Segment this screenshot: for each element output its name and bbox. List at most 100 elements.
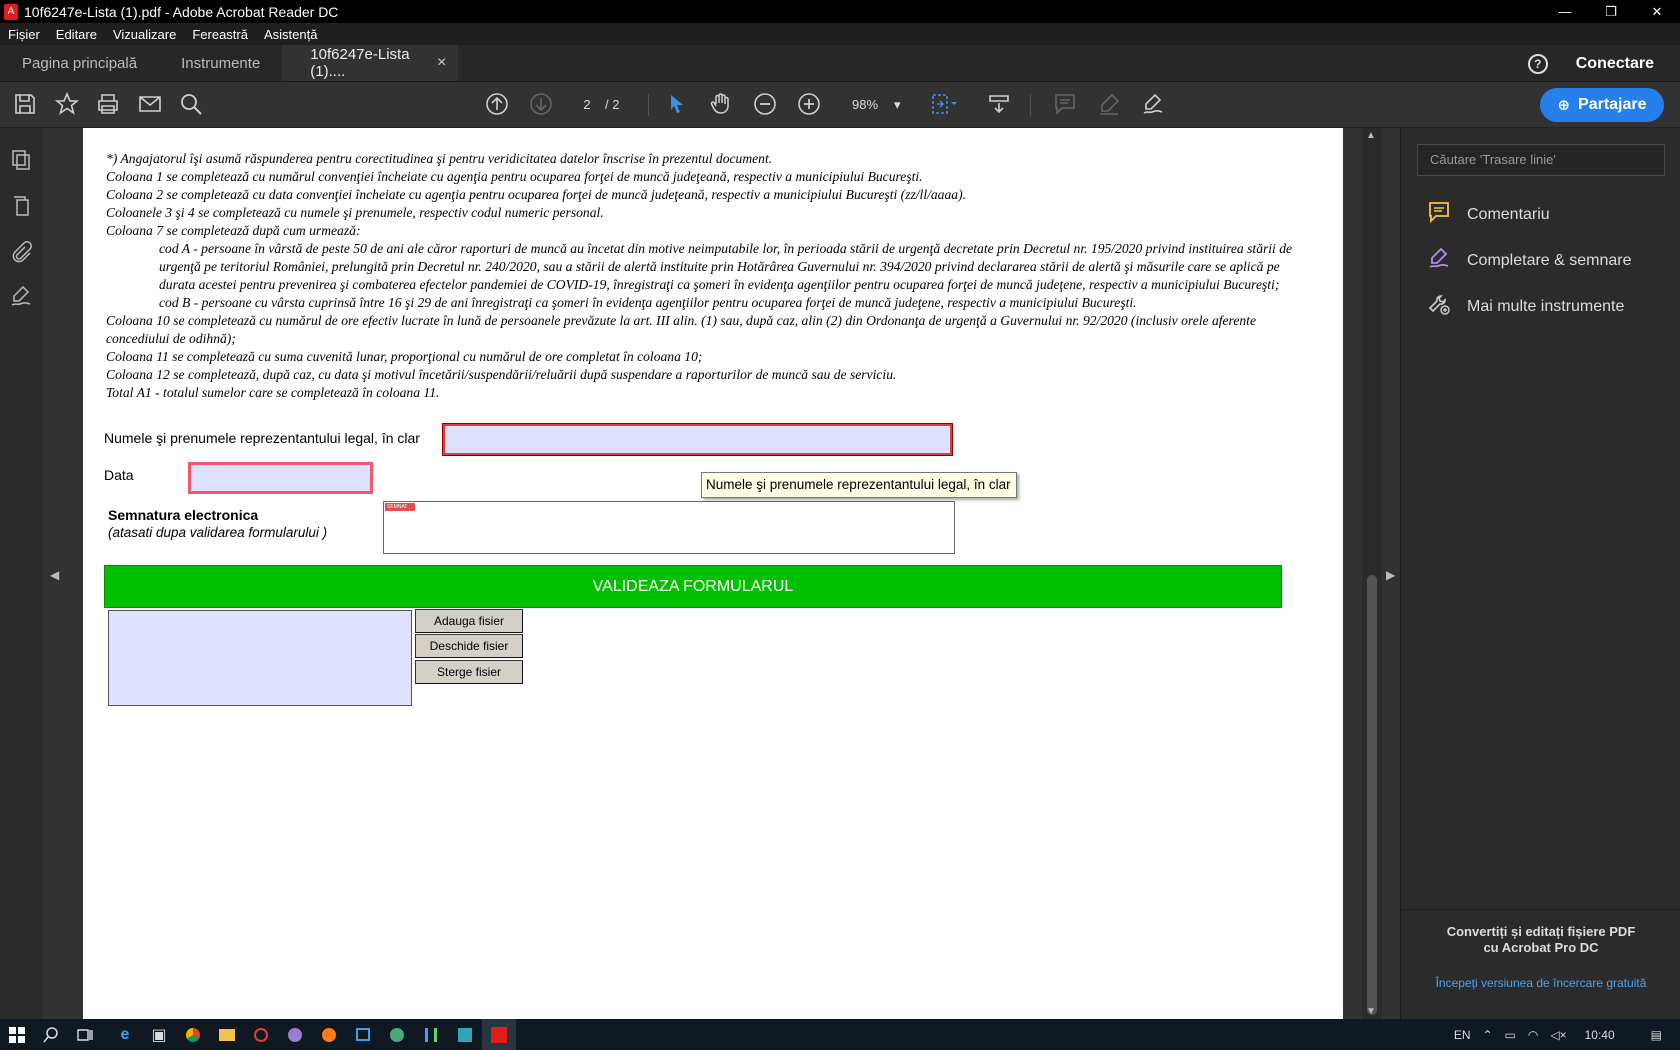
- app-red-icon[interactable]: [244, 1019, 278, 1050]
- tab-home[interactable]: Pagina principală: [0, 45, 159, 81]
- toolbar-divider: [648, 94, 649, 116]
- tab-document[interactable]: 10f6247e-Lista (1).... ×: [282, 45, 459, 81]
- tool-fill-sign-label: Completare & semnare: [1467, 252, 1632, 269]
- zoom-in-icon[interactable]: [796, 92, 822, 118]
- scrollbar-thumb[interactable]: [1367, 575, 1377, 1015]
- delete-file-button[interactable]: Sterge fisier: [415, 660, 523, 684]
- fit-page-icon[interactable]: [930, 92, 957, 118]
- tools-search-input[interactable]: Căutare 'Trasare linie': [1417, 144, 1665, 176]
- clock[interactable]: 10:40: [1573, 1028, 1633, 1042]
- vertical-scrollbar[interactable]: ▲ ▼: [1362, 128, 1382, 1019]
- share-label: Partajare: [1578, 96, 1647, 113]
- firefox-icon[interactable]: [312, 1019, 346, 1050]
- acrobat-icon: A: [4, 3, 18, 20]
- email-icon[interactable]: [137, 92, 163, 118]
- battery-icon[interactable]: ▭: [1499, 1028, 1522, 1042]
- select-tool-icon[interactable]: [664, 92, 690, 118]
- app-blue-icon[interactable]: [448, 1019, 482, 1050]
- menu-window[interactable]: Fereastră: [184, 27, 256, 42]
- comment-icon: [1425, 200, 1453, 230]
- date-field[interactable]: [188, 462, 373, 494]
- chart-app-icon[interactable]: [414, 1019, 448, 1050]
- scroll-mode-icon[interactable]: [986, 92, 1012, 118]
- chevron-down-icon: ▾: [894, 97, 901, 112]
- windows-start-icon[interactable]: [0, 1019, 34, 1050]
- chrome-icon[interactable]: [176, 1019, 210, 1050]
- note-line: Coloana 12 se completează, după caz, cu …: [106, 367, 897, 382]
- signature-label: Semnatura electronica: [108, 507, 259, 523]
- left-collapse-area: ◀: [42, 128, 83, 1019]
- toolbar-divider: [1030, 94, 1031, 116]
- star-icon[interactable]: [54, 91, 80, 118]
- tab-close-icon[interactable]: ×: [437, 54, 446, 72]
- connect-button[interactable]: Conectare: [1576, 55, 1654, 73]
- tab-tools[interactable]: Instrumente: [159, 45, 282, 81]
- print-icon[interactable]: [95, 92, 121, 118]
- previous-page-icon[interactable]: [484, 92, 510, 118]
- windows-taskbar: e ▣ EN ⌃ ▭ ◠ ◁× 10:40 ▤: [0, 1019, 1680, 1050]
- tool-fill-sign[interactable]: Completare & semnare: [1425, 246, 1632, 276]
- acrobat-taskbar-icon[interactable]: [482, 1019, 516, 1050]
- note-line: Coloana 2 se completează cu data convenţ…: [106, 187, 966, 202]
- search-icon[interactable]: [34, 1019, 68, 1050]
- menu-view[interactable]: Vizualizare: [105, 27, 184, 42]
- promo-text: Convertiți și editați fișiere PDF cu Acr…: [1446, 924, 1636, 955]
- rep-name-field[interactable]: [442, 423, 953, 456]
- page-right-margin: [1343, 128, 1362, 1019]
- menu-file[interactable]: Fișier: [0, 27, 48, 42]
- page-number-input[interactable]: 2: [572, 93, 602, 117]
- wifi-icon[interactable]: ◠: [1522, 1028, 1544, 1042]
- date-label: Data: [104, 467, 134, 483]
- minimize-button[interactable]: —: [1542, 0, 1588, 23]
- right-collapse-area: ▶: [1382, 128, 1400, 1019]
- tool-comment-label: Comentariu: [1467, 206, 1550, 223]
- app-green-icon[interactable]: [380, 1019, 414, 1050]
- next-page-icon[interactable]: [528, 92, 554, 118]
- expand-left-icon[interactable]: ◀: [50, 568, 59, 582]
- edge-icon[interactable]: e: [108, 1019, 142, 1050]
- volume-icon[interactable]: ◁×: [1544, 1028, 1572, 1042]
- system-tray: EN ⌃ ▭ ◠ ◁× 10:40 ▤: [1448, 1019, 1680, 1050]
- menu-edit[interactable]: Editare: [48, 27, 105, 42]
- highlight-icon[interactable]: [1096, 92, 1122, 118]
- collapse-right-icon[interactable]: ▶: [1386, 568, 1395, 582]
- app-purple-icon[interactable]: [278, 1019, 312, 1050]
- scroll-up-icon[interactable]: ▲: [1366, 130, 1376, 141]
- store-icon[interactable]: ▣: [142, 1019, 176, 1050]
- signature-field[interactable]: SEMNAT: [383, 501, 955, 554]
- document-notes: *) Angajatorul îşi asumă răspunderea pen…: [106, 150, 1306, 402]
- language-indicator[interactable]: EN: [1448, 1028, 1477, 1042]
- close-window-button[interactable]: ✕: [1634, 0, 1680, 23]
- copy-pages-icon[interactable]: [8, 194, 34, 220]
- signature-panel-icon[interactable]: [8, 284, 34, 310]
- scroll-down-icon[interactable]: ▼: [1366, 1006, 1376, 1017]
- validate-form-button[interactable]: VALIDEAZA FORMULARUL: [104, 565, 1282, 608]
- search-icon[interactable]: [178, 92, 204, 118]
- calendar-icon[interactable]: [346, 1019, 380, 1050]
- hand-tool-icon[interactable]: [708, 92, 734, 118]
- share-button[interactable]: ⊕ Partajare: [1540, 88, 1664, 122]
- open-file-button[interactable]: Deschide fisier: [415, 634, 523, 658]
- restore-button[interactable]: ❐: [1588, 0, 1634, 23]
- attachment-list-box[interactable]: [108, 610, 412, 706]
- tool-more[interactable]: Mai multe instrumente: [1425, 292, 1624, 322]
- free-trial-link[interactable]: Începeți versiunea de încercare gratuită: [1401, 976, 1680, 990]
- task-view-icon[interactable]: [68, 1019, 102, 1050]
- zoom-select[interactable]: 98% ▾: [848, 93, 908, 117]
- tab-document-label: 10f6247e-Lista (1)....: [310, 46, 410, 80]
- sign-icon[interactable]: [1140, 92, 1166, 118]
- menu-help[interactable]: Asistență: [256, 27, 325, 42]
- zoom-out-icon[interactable]: [752, 92, 778, 118]
- save-icon[interactable]: [12, 92, 38, 118]
- file-explorer-icon[interactable]: [210, 1019, 244, 1050]
- notifications-icon[interactable]: ▤: [1633, 1028, 1680, 1042]
- page-thumbnails-icon[interactable]: [8, 148, 34, 174]
- attachment-icon[interactable]: [8, 240, 34, 266]
- help-icon[interactable]: ?: [1527, 53, 1548, 74]
- chevron-up-icon[interactable]: ⌃: [1476, 1028, 1498, 1042]
- add-user-icon: ⊕: [1557, 97, 1571, 114]
- comment-tool-icon[interactable]: [1052, 92, 1078, 118]
- add-file-button[interactable]: Adauga fisier: [415, 609, 523, 633]
- tab-bar: Pagina principală Instrumente 10f6247e-L…: [0, 45, 1680, 82]
- tool-comment[interactable]: Comentariu: [1425, 200, 1550, 230]
